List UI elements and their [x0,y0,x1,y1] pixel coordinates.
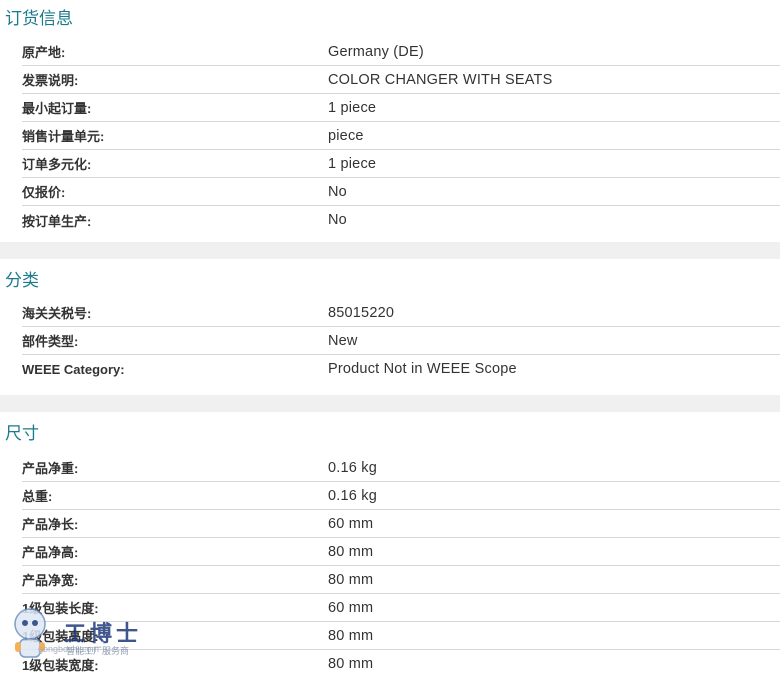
spec-row: 1级包装高度: 80 mm [22,622,780,650]
spec-value: 1 piece [328,99,377,116]
dimensions-rows: 产品净重: 0.16 kg 总重: 0.16 kg 产品净长: 60 mm 产品净高: 80 … [0,454,780,678]
spec-row: 总重: 0.16 kg [22,482,780,510]
spec-value: 1 piece [328,155,377,172]
spec-label: 产品净重: [22,461,79,476]
spec-row: 按订单生产: No [22,206,780,234]
ordering-info-rows: 原产地: Germany (DE) 发票说明: COLOR CHANGER WITH … [0,38,780,242]
spec-label: 按订单生产: [22,213,92,229]
spec-row: 海关关税号: 85015220 [22,299,780,327]
spec-label: 总重: [22,489,53,504]
spec-label: 产品净长: [22,517,79,532]
spec-value: 80 mm [328,543,374,560]
spec-value: Product Not in WEEE Scope [328,361,517,377]
spec-row: 发票说明: COLOR CHANGER WITH SEATS [22,66,780,94]
spec-label: WEEE Category: [22,361,125,377]
spec-label: 海关关税号: [22,306,92,321]
spec-value: 60 mm [328,599,374,616]
spec-row: 产品净长: 60 mm [22,510,780,538]
classification-rows: 海关关税号: 85015220 部件类型: New WEEE Category: Prod… [0,299,780,395]
spec-label: 原产地: [22,45,66,60]
section-divider [0,395,780,412]
spec-row: WEEE Category: Product Not in WEEE Scope [22,355,780,383]
spec-row: 仅报价: No [22,178,780,206]
spec-value: 85015220 [328,304,395,321]
spec-value: 80 mm [328,656,374,672]
section-divider [0,242,780,259]
classification-section: 分类 海关关税号: 85015220 部件类型: New WEEE Category: P… [0,259,780,395]
spec-value: 0.16 kg [328,487,377,504]
spec-label: 部件类型: [22,334,79,349]
spec-value: 60 mm [328,515,374,532]
spec-row: 订单多元化: 1 piece [22,150,780,178]
spec-value: No [328,212,347,228]
spec-label: 1级包装高度: [22,629,99,644]
spec-label: 最小起订量: [22,101,92,116]
spec-row: 产品净高: 80 mm [22,538,780,566]
spec-label: 发票说明: [22,73,79,88]
spec-row: 部件类型: New [22,327,780,355]
spec-label: 销售计量单元: [22,129,105,144]
spec-label: 1级包装宽度: [22,657,99,673]
spec-label: 仅报价: [22,185,66,200]
ordering-info-section: 订货信息 原产地: Germany (DE) 发票说明: COLOR CHANGER … [0,0,780,242]
spec-row: 产品净重: 0.16 kg [22,454,780,482]
spec-value: piece [328,127,364,144]
spec-row: 1级包装长度: 60 mm [22,594,780,622]
spec-value: 0.16 kg [328,459,377,476]
spec-value: 80 mm [328,627,374,644]
spec-label: 1级包装长度: [22,601,99,616]
spec-label: 订单多元化: [22,157,92,172]
spec-value: COLOR CHANGER WITH SEATS [328,71,553,88]
spec-value: 80 mm [328,571,374,588]
spec-row: 最小起订量: 1 piece [22,94,780,122]
spec-value: Germany (DE) [328,43,424,60]
spec-row: 销售计量单元: piece [22,122,780,150]
spec-value: No [328,183,347,200]
spec-label: 产品净宽: [22,573,79,588]
spec-value: New [328,332,358,349]
spec-row: 原产地: Germany (DE) [22,38,780,66]
section-title: 订货信息 [5,9,73,28]
section-title: 分类 [5,271,39,290]
spec-label: 产品净高: [22,545,79,560]
section-title: 尺寸 [5,424,39,443]
spec-row: 产品净宽: 80 mm [22,566,780,594]
spec-row: 1级包装宽度: 80 mm [22,650,780,678]
dimensions-section: 尺寸 产品净重: 0.16 kg 总重: 0.16 kg 产品净长: 60 mm 产品净高:… [0,412,780,678]
